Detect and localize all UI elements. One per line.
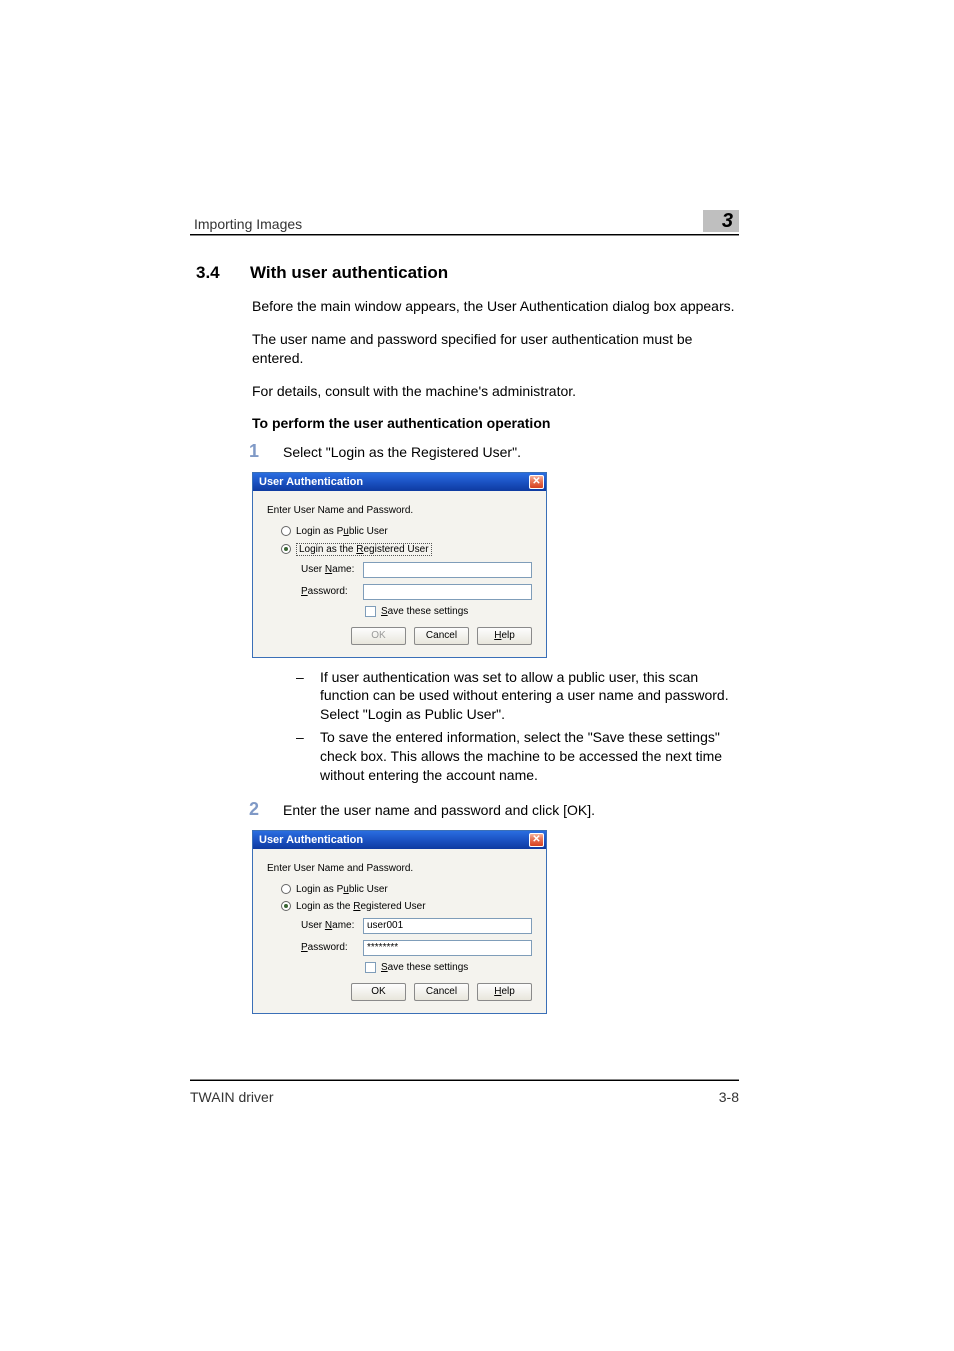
footer-left: TWAIN driver [190, 1089, 273, 1105]
password-label: Password: [301, 942, 363, 953]
radio-label: Login as the Registered User [296, 543, 432, 556]
checkbox-label: Save these settings [381, 962, 468, 973]
dialog-body: Enter User Name and Password. Login as P… [253, 491, 546, 657]
checkbox-label: Save these settings [381, 606, 468, 617]
password-row: Password: ******** [301, 940, 532, 956]
radio-icon [281, 526, 291, 536]
list-item: – To save the entered information, selec… [296, 728, 739, 785]
ok-button[interactable]: OK [351, 627, 406, 645]
help-button[interactable]: Help [477, 627, 532, 645]
step-number: 1 [249, 441, 283, 462]
password-label: Password: [301, 586, 363, 597]
ok-button[interactable]: OK [351, 983, 406, 1001]
dialog-button-row: OK Cancel Help [363, 627, 532, 645]
step-2: 2 Enter the user name and password and c… [252, 799, 739, 820]
sub-heading: To perform the user authentication opera… [252, 415, 739, 431]
section-heading: 3.4 With user authentication [190, 263, 739, 283]
username-label: User Name: [301, 920, 363, 931]
radio-label: Login as Public User [296, 526, 388, 537]
dialog-body: Enter User Name and Password. Login as P… [253, 849, 546, 1013]
paragraph: For details, consult with the machine's … [252, 382, 739, 401]
header-title: Importing Images [190, 216, 302, 232]
password-input[interactable]: ******** [363, 940, 532, 956]
dialog-titlebar: User Authentication ✕ [253, 831, 546, 849]
dialog-caption: Enter User Name and Password. [267, 863, 532, 874]
radio-icon [281, 544, 291, 554]
footer-divider [190, 1080, 739, 1081]
radio-label: Login as Public User [296, 884, 388, 895]
dialog-button-row: OK Cancel Help [363, 983, 532, 1001]
radio-label: Login as the Registered User [296, 901, 426, 912]
radio-icon [281, 884, 291, 894]
page-header: Importing Images 3 [190, 210, 739, 235]
step-text: Select "Login as the Registered User". [283, 444, 521, 460]
dialog-title: User Authentication [259, 476, 363, 488]
dash-icon: – [296, 728, 320, 785]
username-row: User Name: [301, 562, 532, 578]
help-button[interactable]: Help [477, 983, 532, 1001]
paragraph: Before the main window appears, the User… [252, 297, 739, 316]
list-text: If user authentication was set to allow … [320, 668, 739, 725]
paragraph: The user name and password specified for… [252, 330, 739, 368]
section-title-text: With user authentication [250, 263, 448, 283]
checkbox-icon [365, 962, 376, 973]
password-input[interactable] [363, 584, 532, 600]
cancel-button[interactable]: Cancel [414, 983, 469, 1001]
user-authentication-dialog: User Authentication ✕ Enter User Name an… [252, 830, 547, 1014]
step-1: 1 Select "Login as the Registered User". [252, 441, 739, 462]
radio-login-public-user[interactable]: Login as Public User [281, 526, 532, 537]
radio-login-registered-user[interactable]: Login as the Registered User [281, 543, 532, 556]
close-icon[interactable]: ✕ [529, 475, 544, 489]
checkbox-icon [365, 606, 376, 617]
user-authentication-dialog: User Authentication ✕ Enter User Name an… [252, 472, 547, 658]
footer-page-number: 3-8 [719, 1089, 739, 1105]
document-page: Importing Images 3 3.4 With user authent… [0, 0, 954, 1351]
close-icon[interactable]: ✕ [529, 833, 544, 847]
save-these-settings-checkbox[interactable]: Save these settings [365, 606, 532, 617]
step-number: 2 [249, 799, 283, 820]
list-text: To save the entered information, select … [320, 728, 739, 785]
password-row: Password: [301, 584, 532, 600]
save-these-settings-checkbox[interactable]: Save these settings [365, 962, 532, 973]
radio-icon [281, 901, 291, 911]
username-input[interactable] [363, 562, 532, 578]
username-input[interactable]: user001 [363, 918, 532, 934]
step1-notes: – If user authentication was set to allo… [296, 668, 739, 785]
cancel-button[interactable]: Cancel [414, 627, 469, 645]
list-item: – If user authentication was set to allo… [296, 668, 739, 725]
dialog-titlebar: User Authentication ✕ [253, 473, 546, 491]
page-footer: TWAIN driver 3-8 [190, 1089, 739, 1105]
dialog-title: User Authentication [259, 834, 363, 846]
chapter-number-badge: 3 [703, 210, 739, 232]
section-number: 3.4 [190, 263, 250, 283]
step-text: Enter the user name and password and cli… [283, 802, 595, 818]
radio-login-public-user[interactable]: Login as Public User [281, 884, 532, 895]
radio-login-registered-user[interactable]: Login as the Registered User [281, 901, 532, 912]
dialog-caption: Enter User Name and Password. [267, 505, 532, 516]
username-row: User Name: user001 [301, 918, 532, 934]
body-content: Before the main window appears, the User… [252, 297, 739, 1014]
username-label: User Name: [301, 564, 363, 575]
dash-icon: – [296, 668, 320, 725]
